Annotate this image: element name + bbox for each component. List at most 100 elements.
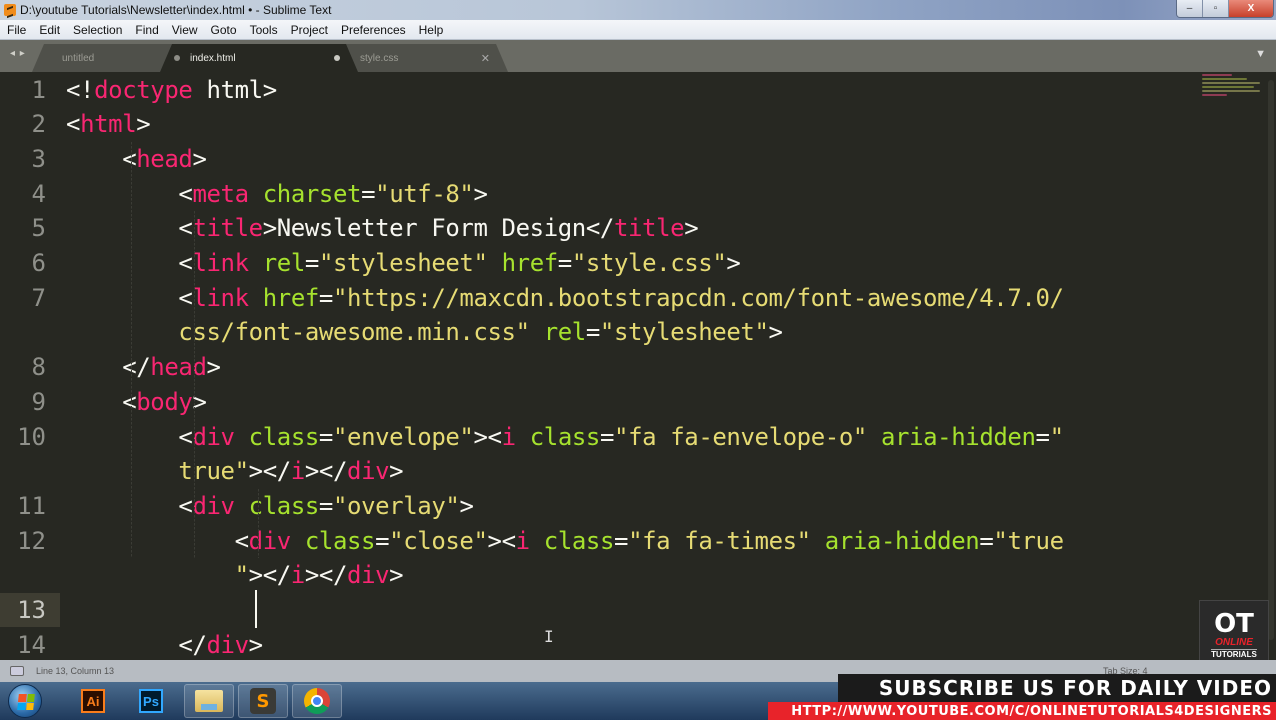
line-number[interactable]: 6 — [0, 246, 46, 281]
line-number[interactable]: 2 — [0, 107, 46, 142]
menu-help[interactable]: Help — [412, 23, 450, 37]
code-line[interactable]: <div class="overlay"> — [66, 489, 474, 524]
text-token: > — [459, 491, 474, 520]
menu-find[interactable]: Find — [128, 23, 164, 37]
tab-nav-arrows-icon[interactable]: ◂ ▸ — [10, 48, 26, 59]
tag-token: div — [248, 526, 292, 555]
code-line[interactable]: <div class="envelope"><i class="fa fa-en… — [66, 420, 1064, 455]
text-cursor — [255, 590, 257, 628]
text-token: > — [389, 457, 404, 486]
tag-token: div — [192, 491, 235, 520]
menu-file[interactable]: File — [0, 23, 32, 37]
taskbar-illustrator[interactable]: Ai — [68, 684, 118, 718]
taskbar-photoshop[interactable]: Ps — [126, 684, 176, 718]
line-gutter: 1 2 3 4 5 6 7 8 9 10 11 12 13 14 — [0, 72, 62, 660]
window-controls: – ▫ X — [1176, 0, 1274, 18]
text-token: < — [66, 526, 249, 555]
line-number[interactable]: 7 — [0, 281, 46, 316]
code-line[interactable]: <link href="https://maxcdn.bootstrapcdn.… — [66, 281, 1064, 316]
start-button[interactable] — [8, 684, 42, 718]
subscribe-banner: SUBSCRIBE US FOR DAILY VIDEO — [838, 674, 1276, 702]
text-token: > — [684, 214, 699, 243]
line-number[interactable]: 1 — [0, 73, 46, 108]
text-token: < — [66, 387, 137, 416]
code-editor[interactable]: 1 2 3 4 5 6 7 8 9 10 11 12 13 14 <!doctype html> <html… — [0, 72, 1276, 660]
line-number[interactable]: 12 — [0, 524, 46, 559]
code-line[interactable]: "></i></div> — [66, 558, 404, 593]
menu-goto[interactable]: Goto — [204, 23, 243, 37]
text-token: = — [614, 526, 629, 555]
code-line[interactable]: <!doctype html> — [66, 73, 277, 108]
line-number[interactable]: 10 — [0, 420, 46, 455]
vertical-scrollbar[interactable] — [1268, 80, 1274, 640]
taskbar-explorer[interactable] — [184, 684, 234, 718]
code-line[interactable]: </div> — [66, 628, 263, 660]
maximize-button[interactable]: ▫ — [1203, 0, 1229, 17]
tag-token: title — [613, 214, 685, 243]
text-token: > — [136, 110, 151, 139]
text-token: = — [979, 526, 994, 555]
attribute-token: rel — [262, 249, 306, 277]
text-token: = — [1035, 422, 1050, 451]
minimap[interactable] — [1202, 74, 1262, 110]
menu-edit[interactable]: Edit — [32, 23, 66, 37]
photoshop-icon: Ps — [139, 689, 163, 713]
code-line[interactable]: <html> — [66, 107, 151, 142]
tab-dropdown-icon[interactable]: ▼ — [1255, 48, 1266, 60]
line-number[interactable]: 11 — [0, 489, 46, 524]
menu-view[interactable]: View — [165, 23, 204, 37]
tag-token: head — [136, 144, 193, 173]
menu-selection[interactable]: Selection — [66, 23, 128, 37]
sublime-text-icon — [4, 4, 16, 16]
string-token: " — [66, 561, 249, 590]
line-number[interactable]: 5 — [0, 211, 46, 246]
code-line[interactable]: <div class="close"><i class="fa fa-times… — [66, 524, 1064, 559]
line-number[interactable]: 14 — [0, 628, 46, 660]
indent-guide — [131, 141, 132, 559]
line-number[interactable]: 9 — [0, 385, 46, 420]
window-titlebar[interactable]: D:\youtube Tutorials\Newsletter\index.ht… — [0, 0, 1276, 20]
code-line[interactable]: <link rel="stylesheet" href="style.css"> — [66, 246, 740, 281]
text-token: = — [318, 422, 333, 451]
code-line[interactable]: css/font-awesome.min.css" rel="styleshee… — [66, 315, 783, 350]
menu-preferences[interactable]: Preferences — [334, 23, 412, 37]
minimap-line — [1202, 82, 1260, 84]
menu-tools[interactable]: Tools — [243, 23, 284, 37]
tag-token: div — [347, 457, 390, 486]
string-token: "fa fa-envelope-o" — [614, 422, 867, 451]
code-line[interactable]: <head> — [66, 142, 207, 177]
close-button[interactable]: X — [1229, 0, 1273, 17]
tab-index-html[interactable]: index.html — [160, 44, 358, 72]
modified-dot-icon[interactable] — [174, 55, 180, 61]
text-token: = — [318, 283, 333, 312]
line-number[interactable]: 3 — [0, 142, 46, 177]
string-token: "close" — [389, 526, 488, 555]
line-number[interactable]: 8 — [0, 350, 46, 385]
text-token: ></ — [248, 561, 292, 590]
tag-token: link — [192, 249, 249, 277]
modified-dot-icon[interactable] — [334, 55, 340, 61]
code-line[interactable]: <meta charset="utf-8"> — [66, 177, 488, 212]
line-number[interactable]: 4 — [0, 177, 46, 212]
text-token: >< — [473, 422, 502, 451]
taskbar-chrome[interactable] — [292, 684, 342, 718]
minimize-button[interactable]: – — [1177, 0, 1203, 17]
code-line[interactable]: <body> — [66, 385, 207, 420]
string-token: "style.css" — [571, 249, 727, 277]
code-line[interactable]: true"></i></div> — [66, 454, 403, 489]
code-line[interactable]: </head> — [66, 350, 221, 385]
taskbar-sublime[interactable]: S — [238, 684, 288, 718]
line-number[interactable]: 13 — [0, 593, 46, 628]
string-token: true" — [66, 457, 249, 486]
code-line[interactable]: <title>Newsletter Form Design</title> — [66, 211, 698, 246]
string-token: "stylesheet" — [318, 249, 488, 277]
tab-close-icon[interactable]: ✕ — [481, 52, 490, 65]
window-title: D:\youtube Tutorials\Newsletter\index.ht… — [20, 3, 332, 17]
panel-toggle-icon[interactable] — [10, 666, 24, 676]
menu-project[interactable]: Project — [284, 23, 334, 37]
